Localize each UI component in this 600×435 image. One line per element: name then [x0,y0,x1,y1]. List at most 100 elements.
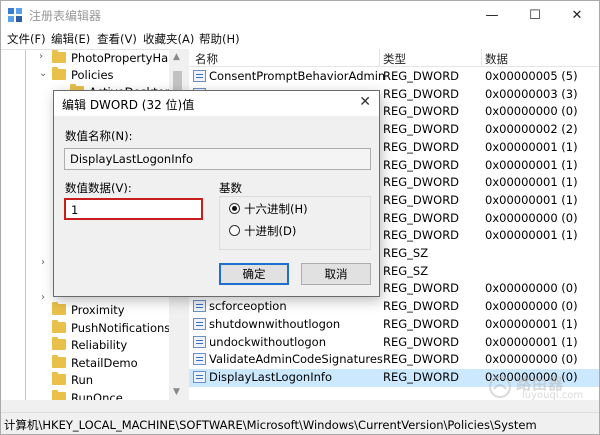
value-name-cell: ConsentPromptBehaviorAdmin [209,69,386,83]
list-header: 名称 类型 数据 [189,49,599,67]
tree-item-label: Policies [71,68,114,82]
cancel-button[interactable]: 取消 [301,263,371,285]
folder-icon [52,354,66,368]
value-type-cell: REG_SZ [383,246,429,260]
tree-item-photopropertyhand[interactable]: › PhotoPropertyHand [1,50,186,68]
close-button[interactable]: ✕ [554,1,600,29]
status-bar: 计算机\HKEY_LOCAL_MACHINE\SOFTWARE\Microsof… [1,412,599,434]
watermark-url: luyouqi.com [522,390,584,401]
registry-value-icon [193,70,206,82]
value-type-cell: REG_DWORD [383,316,460,331]
value-type-cell: REG_DWORD [383,281,460,296]
dialog-body: 数值名称(N): DisplayLastLogonInfo 数值数据(V): 1… [54,116,379,296]
tree-item-label: RunOnce [71,390,123,401]
tree-item-label: RetailDemo [71,355,138,370]
value-type-cell: REG_DWORD [383,299,460,314]
tree-item-retaildemo[interactable]: RetailDemo [1,354,186,373]
value-type-cell: REG_DWORD [383,192,460,207]
table-row[interactable]: scforceoption REG_DWORD 0x00000000 (0) [189,298,599,316]
column-header-data[interactable]: 数据 [485,51,508,67]
menu-edit[interactable]: 编辑(E) [51,31,90,47]
scroll-up-icon[interactable]: ▲ [173,52,180,62]
column-header-type[interactable]: 类型 [383,51,406,67]
value-type-cell: REG_DWORD [383,69,460,83]
table-row[interactable]: shutdownwithoutlogon REG_DWORD 0x00000001 … [189,316,599,334]
value-data-input[interactable]: 1 [64,198,203,220]
column-divider[interactable] [379,49,380,67]
tree-item-proximity[interactable]: Proximity [1,302,186,320]
registry-path: 计算机\HKEY_LOCAL_MACHINE\SOFTWARE\Microsof… [4,418,537,432]
folder-icon [52,302,66,315]
edit-dword-dialog: 编辑 DWORD (32 位)值 ✕ 数值名称(N): DisplayLastL… [53,90,380,297]
value-data-cell: 0x00000001 (1) [485,334,578,349]
table-row[interactable]: ConsentPromptBehaviorAdmin REG_DWORD 0x000… [189,68,599,86]
dialog-close-icon[interactable]: ✕ [359,94,371,110]
menu-favorites[interactable]: 收藏夹(A) [143,31,194,47]
dialog-title: 编辑 DWORD (32 位)值 [62,98,195,112]
regedit-app-icon [8,8,22,22]
window-title: 注册表编辑器 [29,9,102,23]
value-type-cell: REG_DWORD [383,334,460,349]
value-type-cell: REG_SZ [383,263,429,278]
tree-item-reliability[interactable]: Reliability [1,337,186,355]
table-row[interactable]: ValidateAdminCodeSignatures REG_DWORD 0x00… [189,351,599,369]
value-type-cell: REG_DWORD [383,104,460,119]
tree-item-label: PhotoPropertyHand [71,51,183,65]
regedit-window: 注册表编辑器 — ☐ ✕ 文件(F) 编辑(E) 查看(V) 收藏夹(A) 帮助… [0,0,600,435]
menu-view[interactable]: 查看(V) [97,31,137,47]
value-type-cell: REG_DWORD [383,228,460,243]
value-data-cell: 0x00000000 (0) [485,210,578,225]
tree-item-runonce[interactable]: RunOnce [1,389,186,401]
tree-item-run[interactable]: Run [1,372,186,390]
value-data-cell: 0x00000001 (1) [485,139,578,154]
tree-item-label: PushNotifications [71,320,171,335]
watermark-logo: 路由器 luyouqi.com [488,373,588,403]
tree-item-policies[interactable]: ⌄ Policies [1,67,186,85]
router-logo-icon [489,376,511,398]
value-data-cell: 0x00000002 (2) [485,122,578,137]
base-group-label: 基数 [219,181,242,195]
folder-icon [52,372,66,385]
maximize-button[interactable]: ☐ [512,1,558,29]
table-row[interactable]: undockwithoutlogon REG_DWORD 0x00000001 (1… [189,334,599,352]
radio-hex[interactable] [229,203,240,214]
value-data-cell: 0x00000000 (0) [485,104,578,119]
value-name-cell: DisplayLastLogonInfo [209,369,332,384]
column-divider[interactable] [481,49,482,67]
menu-help[interactable]: 帮助(H) [199,31,240,47]
minimize-button[interactable]: — [469,1,515,29]
folder-icon [52,319,66,333]
value-data-cell: 0x00000000 (0) [485,281,578,296]
value-data-cell: 0x00000001 (1) [485,175,578,190]
value-type-cell: REG_DWORD [383,157,460,172]
value-data-cell: 0x00000000 (0) [485,299,578,314]
menu-file[interactable]: 文件(F) [7,31,46,47]
radio-hex-label[interactable]: 十六进制(H) [244,201,308,217]
scroll-down-icon[interactable]: ▼ [173,387,180,397]
title-bar[interactable]: 注册表编辑器 — ☐ ✕ [1,1,599,29]
value-name-cell: shutdownwithoutlogon [209,316,341,331]
registry-value-icon [193,335,206,348]
radio-dec-label[interactable]: 十进制(D) [244,223,296,239]
value-data-cell: 0x00000001 (1) [485,192,578,207]
value-type-cell: REG_DWORD [383,210,460,225]
chevron-right-icon[interactable]: › [41,257,45,268]
folder-icon [52,389,66,400]
chevron-down-icon[interactable]: ⌄ [39,68,49,79]
column-header-name[interactable]: 名称 [195,51,218,67]
value-data-cell: 0x00000001 (1) [485,228,578,243]
value-type-cell: REG_DWORD [383,352,460,367]
value-name-field[interactable]: DisplayLastLogonInfo [64,148,371,170]
registry-value-icon [193,317,206,330]
value-data-cell: 0x00000003 (3) [485,86,578,101]
chevron-right-icon[interactable]: › [39,51,49,62]
value-data-label: 数值数据(V): [65,181,132,195]
radio-dec[interactable] [229,225,240,236]
tree-item-pushnotifications[interactable]: PushNotifications [1,319,186,338]
chevron-right-icon[interactable]: › [41,292,45,303]
value-data-cell: 0x00000001 (1) [485,316,578,331]
ok-button[interactable]: 确定 [219,263,289,285]
folder-icon [52,337,66,350]
tree-item-label: Proximity [71,303,125,317]
tree-item-label: Reliability [71,338,128,352]
